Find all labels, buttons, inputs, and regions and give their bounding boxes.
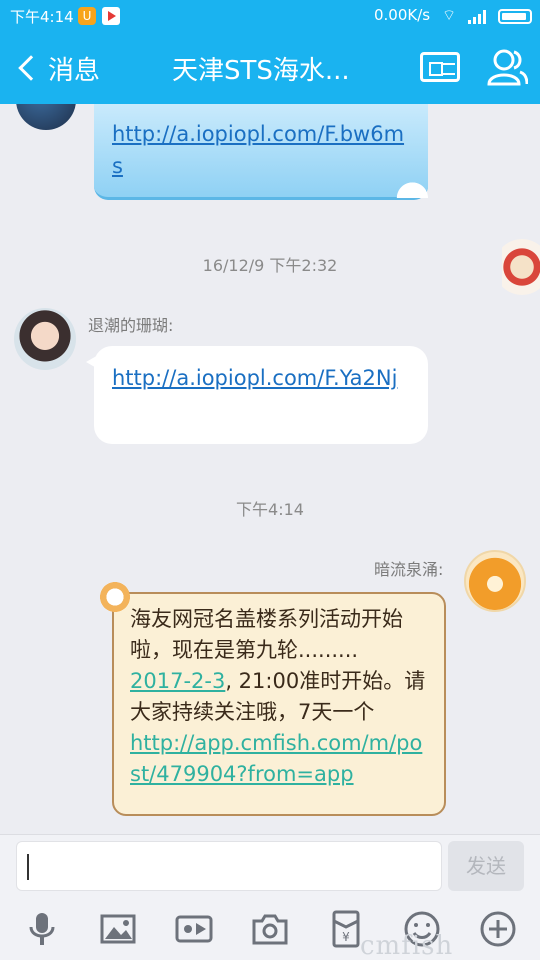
wifi-icon: ⌔ — [442, 6, 457, 24]
timestamp: 16/12/9 下午2:32 — [202, 256, 338, 275]
message-link[interactable]: http://a.iopiopl.com/F.Ya2Nj — [112, 362, 410, 394]
post-link[interactable]: http://app.cmfish.com/m/post/479904?from… — [130, 731, 422, 786]
message-bubble[interactable]: http://a.iopiopl.com/F.Ya2Nj — [86, 346, 428, 444]
chat-title: 天津STS海水... — [172, 56, 350, 86]
message-card[interactable]: 海友网冠名盖楼系列活动开始啦，现在是第九轮......... 2017-2-3,… — [112, 592, 446, 816]
send-button[interactable]: 发送 — [448, 841, 524, 891]
video-app-icon — [102, 7, 120, 25]
avatar[interactable] — [464, 550, 526, 612]
input-bar: 发送 ¥ cmfish — [0, 834, 540, 960]
svg-text:¥: ¥ — [342, 930, 350, 944]
avatar[interactable] — [16, 104, 76, 130]
back-label: 消息 — [48, 55, 101, 86]
date-link[interactable]: 2017-2-3 — [130, 669, 225, 693]
message-input[interactable] — [16, 841, 442, 891]
plus-icon[interactable] — [478, 909, 518, 949]
toolbar: ¥ — [0, 909, 540, 953]
status-time: 下午4:14 — [10, 8, 74, 26]
signal-icon — [468, 10, 486, 24]
sender-name: 退潮的珊瑚: — [88, 316, 174, 335]
avatar[interactable] — [14, 308, 76, 370]
sender-name: 暗流泉涌: — [374, 560, 444, 579]
top-bar: 下午4:14 U 0.00K/s ⌔ 消息 天津STS海水... — [0, 0, 540, 104]
chevron-left-icon — [18, 55, 44, 81]
uc-browser-icon: U — [78, 7, 96, 25]
video-call-icon[interactable] — [174, 909, 214, 949]
lucky-cat-icon — [100, 582, 130, 612]
battery-icon — [498, 9, 532, 24]
back-button[interactable]: 消息 — [12, 46, 100, 90]
members-icon[interactable] — [486, 46, 528, 86]
watermark: cmfish — [360, 931, 454, 960]
mic-icon[interactable] — [22, 909, 62, 949]
network-speed: 0.00K/s — [374, 6, 431, 24]
message-bubble[interactable]: http://a.iopiopl.com/F.bw6ms — [94, 104, 428, 200]
card-text: 海友网冠名盖楼系列活动开始啦，现在是第九轮......... — [130, 607, 403, 662]
text-caret — [27, 854, 29, 880]
group-profile-card-icon[interactable] — [420, 52, 460, 82]
message-link[interactable]: http://a.iopiopl.com/F.bw6ms — [112, 118, 410, 182]
image-icon[interactable] — [98, 909, 138, 949]
timestamp: 下午4:14 — [236, 500, 304, 519]
bubble-wave-decoration — [386, 170, 430, 198]
camera-icon[interactable] — [250, 909, 290, 949]
status-bar: 下午4:14 U 0.00K/s ⌔ — [0, 0, 540, 32]
chat-area[interactable]: http://a.iopiopl.com/F.bw6ms 16/12/9 下午2… — [0, 104, 540, 834]
